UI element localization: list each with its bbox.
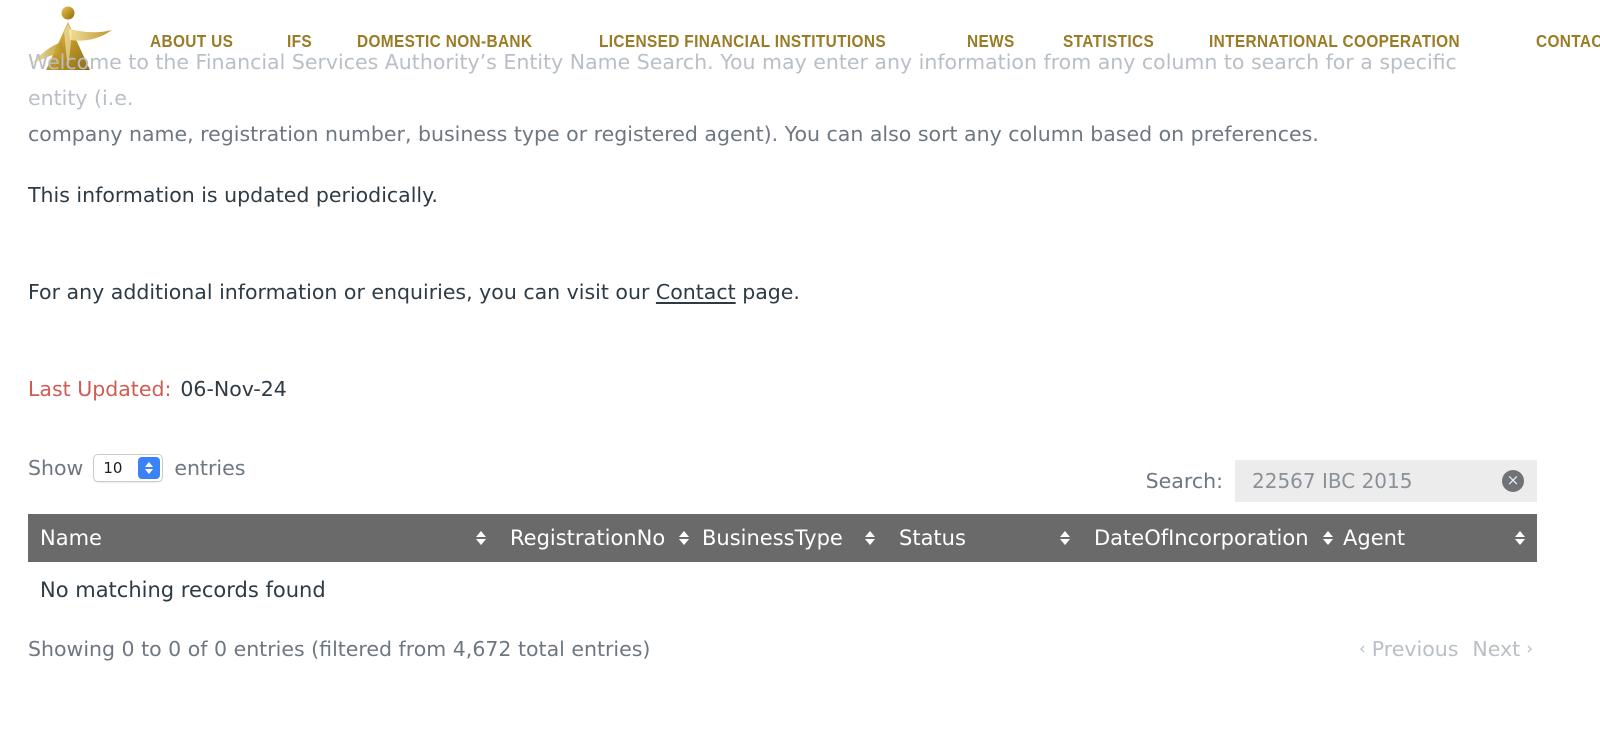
table-info-text: Showing 0 to 0 of 0 entries (filtered fr… [28, 637, 651, 661]
sort-descending-icon [1515, 539, 1525, 545]
sort-arrows-icon[interactable] [1060, 531, 1070, 545]
sort-arrows-icon[interactable] [865, 531, 875, 545]
entries-length-control: Show 10 entries [28, 452, 245, 484]
pagination-next-button[interactable]: Next [1470, 637, 1522, 661]
column-header-name[interactable]: Name [28, 514, 498, 562]
contact-page-link[interactable]: Contact [656, 280, 736, 304]
column-header-status[interactable]: Status [887, 514, 1082, 562]
pagination-previous-button[interactable]: Previous [1370, 637, 1461, 661]
sort-ascending-icon [865, 531, 875, 537]
column-header-business-type[interactable]: BusinessType [690, 514, 887, 562]
table-row-empty: No matching records found [28, 562, 1537, 618]
clear-search-icon[interactable]: × [1502, 470, 1524, 492]
search-input-value: 22567 IBC 2015 [1252, 469, 1413, 493]
welcome-line-2: company name, registration number, busin… [28, 122, 1319, 146]
entries-per-page-value: 10 [103, 459, 123, 477]
chevron-left-icon: ‹ [1358, 639, 1366, 659]
column-header-registration-no-label: RegistrationNo [510, 526, 666, 550]
table-search-control: Search: 22567 IBC 2015 × [1146, 460, 1537, 502]
sort-arrows-icon[interactable] [679, 531, 690, 545]
search-label: Search: [1145, 469, 1223, 493]
chevron-right-icon: › [1526, 639, 1533, 659]
table-header-row: Name RegistrationNo BusinessType Status [28, 514, 1537, 562]
last-updated: Last Updated: 06-Nov-24 [28, 374, 287, 404]
update-frequency-note: This information is updated periodically… [28, 183, 438, 207]
stepper-arrows-icon[interactable] [138, 457, 161, 479]
column-header-date-of-incorporation-label: DateOfIncorporation [1094, 526, 1309, 550]
sort-descending-icon [679, 539, 690, 545]
sort-arrows-icon[interactable] [1515, 531, 1525, 545]
last-updated-value: 06-Nov-24 [180, 377, 287, 401]
entity-results-table: Name RegistrationNo BusinessType Status [28, 514, 1537, 618]
column-header-agent[interactable]: Agent [1331, 514, 1537, 562]
column-header-agent-label: Agent [1343, 526, 1406, 550]
welcome-paragraph: Welcome to the Financial Services Author… [28, 44, 1488, 152]
column-header-status-label: Status [899, 526, 966, 550]
contact-suffix-text: page. [735, 280, 800, 304]
sort-descending-icon [865, 539, 875, 545]
pagination: ‹ Previous Next › [1355, 637, 1537, 661]
entries-label: entries [174, 456, 246, 480]
last-updated-label: Last Updated: [28, 377, 172, 401]
contact-paragraph: For any additional information or enquir… [28, 274, 800, 310]
chevron-down-icon [145, 469, 154, 474]
sort-ascending-icon [476, 531, 486, 537]
column-header-registration-no[interactable]: RegistrationNo [498, 514, 690, 562]
column-header-business-type-label: BusinessType [702, 526, 843, 550]
sort-ascending-icon [1060, 531, 1070, 537]
contact-prefix-text: For any additional information or enquir… [28, 280, 656, 304]
welcome-line-1: Welcome to the Financial Services Author… [28, 50, 1457, 110]
sort-descending-icon [1060, 539, 1070, 545]
column-header-name-label: Name [40, 526, 102, 550]
sort-ascending-icon [679, 531, 690, 537]
column-header-date-of-incorporation[interactable]: DateOfIncorporation [1082, 514, 1333, 562]
search-input[interactable]: 22567 IBC 2015 × [1235, 460, 1537, 502]
nav-item-contact-us[interactable]: CONTACT US [1536, 30, 1600, 52]
sort-arrows-icon[interactable] [476, 531, 486, 545]
no-records-message: No matching records found [40, 578, 326, 602]
show-label: Show [28, 456, 84, 480]
sort-descending-icon [476, 539, 486, 545]
sort-ascending-icon [1515, 531, 1525, 537]
chevron-up-icon [145, 462, 154, 467]
entries-per-page-select[interactable]: 10 [93, 454, 164, 482]
